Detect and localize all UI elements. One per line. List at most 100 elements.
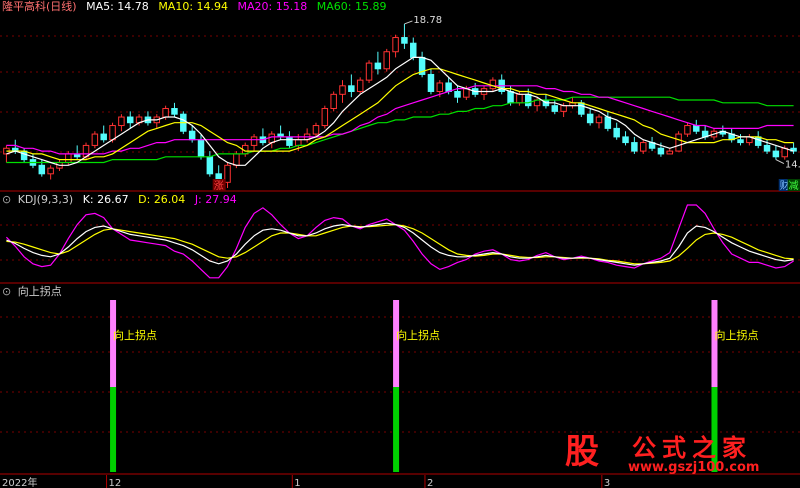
- candle-body: [91, 133, 99, 146]
- candle-body: [374, 62, 382, 70]
- candle-body: [20, 150, 28, 161]
- x-tick-label: 3: [604, 478, 610, 488]
- x-tick-label: 2022年: [2, 476, 37, 488]
- candle-body: [348, 85, 355, 92]
- ma20-legend: MA20: 15.18: [237, 0, 308, 13]
- watermark-logo: 股: [565, 432, 599, 472]
- watermark-url: www.gszj100.com: [628, 460, 760, 475]
- candle-body: [613, 127, 620, 138]
- candle-body: [268, 133, 275, 144]
- candle-body: [250, 136, 258, 146]
- signal-label: 向上拐点: [396, 328, 440, 342]
- candle-body: [436, 82, 444, 92]
- x-tick-label: 12: [109, 478, 122, 488]
- candle-body: [392, 37, 399, 53]
- candle-body: [312, 125, 320, 135]
- candle-body: [295, 139, 302, 146]
- candle-body: [631, 142, 638, 152]
- stock-chart: 18.7814.30涨财减向上拐点向上拐点向上拐点2022年12123: [0, 15, 800, 488]
- candle-body: [410, 42, 417, 58]
- candle-body: [321, 108, 329, 127]
- candle-body: [586, 113, 594, 124]
- candle-body: [639, 142, 647, 152]
- high-price-label: 18.78: [413, 15, 442, 26]
- kdj-toggle-icon[interactable]: ⊙: [2, 193, 11, 206]
- candle-body: [693, 125, 700, 132]
- candle-body: [454, 90, 461, 98]
- kdj-k-value: K: 26.67: [82, 193, 129, 206]
- candle-body: [65, 153, 72, 163]
- candle-body: [675, 133, 682, 152]
- candle-body: [666, 150, 673, 155]
- candle-body: [622, 136, 629, 144]
- kdj-d-value: D: 26.04: [138, 193, 186, 206]
- candle-body: [127, 116, 134, 124]
- candle-body: [330, 93, 337, 110]
- kdj-d-line: [6, 223, 794, 265]
- signal-bar-bottom: [110, 387, 117, 472]
- kdj-j-line: [5, 204, 794, 279]
- candle-body: [578, 102, 585, 115]
- candle-body: [507, 90, 514, 104]
- candle-body: [356, 79, 364, 92]
- candle-body: [525, 93, 532, 107]
- candle-body: [657, 147, 665, 155]
- candle-body: [684, 125, 691, 135]
- ma10-legend: MA10: 14.94: [158, 0, 229, 13]
- candle-body: [754, 136, 762, 146]
- candle-body: [365, 62, 373, 81]
- candle-body: [100, 133, 107, 141]
- candle-body: [463, 88, 470, 98]
- low-marker-line: [775, 159, 785, 165]
- candle-body: [206, 156, 214, 175]
- candle-body: [737, 139, 744, 144]
- candle-body: [401, 37, 408, 44]
- signal-title: 向上拐点: [17, 285, 62, 298]
- main-legend: 隆平高科(日线) MA5: 14.78 MA10: 14.94 MA20: 15…: [2, 0, 386, 14]
- signal-bar-top: [110, 300, 117, 387]
- signal-legend: ⊙ 向上拐点: [2, 285, 62, 299]
- signal-label: 向上拐点: [113, 328, 157, 342]
- signal-bar-top: [393, 300, 400, 387]
- signal-bar-bottom: [393, 387, 400, 472]
- watermark-site-name: 公式之家: [632, 434, 752, 462]
- candle-body: [445, 82, 452, 92]
- high-marker-line: [404, 20, 413, 25]
- candle-body: [118, 116, 125, 127]
- candle-body: [38, 164, 46, 175]
- candle-body: [516, 93, 523, 104]
- kdj-j-value: J: 27.94: [194, 193, 237, 206]
- candle-body: [47, 167, 54, 175]
- reduce-badge: 减: [789, 180, 799, 192]
- ma5-legend: MA5: 14.78: [86, 0, 149, 13]
- candle-body: [233, 153, 240, 166]
- candle-body: [604, 116, 612, 129]
- candle-body: [489, 79, 497, 90]
- x-tick-label: 1: [294, 478, 300, 488]
- candle-body: [763, 144, 771, 152]
- candle-body: [551, 105, 559, 112]
- candle-body: [162, 108, 169, 118]
- kdj-title: KDJ(9,3,3): [17, 193, 74, 206]
- candle-body: [339, 85, 346, 95]
- low-price-label: 14.30: [785, 160, 800, 171]
- candle-body: [560, 105, 567, 112]
- signal-bar-top: [711, 300, 718, 387]
- candle-body: [427, 73, 435, 92]
- x-tick-label: 2: [427, 478, 433, 488]
- candle-body: [383, 51, 390, 70]
- ma60-legend: MA60: 15.89: [316, 0, 387, 13]
- kdj-legend: ⊙ KDJ(9,3,3) K: 26.67 D: 26.04 J: 27.94: [2, 193, 237, 207]
- candle-body: [595, 116, 603, 124]
- candle-body: [171, 108, 178, 115]
- candle-body: [772, 150, 780, 158]
- candle-body: [286, 136, 293, 146]
- chart-root: 18.7814.30涨财减向上拐点向上拐点向上拐点2022年12123 隆平高科…: [0, 0, 800, 488]
- candle-body: [109, 125, 116, 141]
- candle-body: [188, 130, 196, 141]
- limit-up-badge: 涨: [214, 180, 224, 192]
- watermark: 股 公式之家 www.gszj100.com: [552, 428, 798, 478]
- signal-toggle-icon[interactable]: ⊙: [2, 285, 11, 298]
- signal-label: 向上拐点: [714, 328, 758, 342]
- candle-body: [197, 139, 205, 158]
